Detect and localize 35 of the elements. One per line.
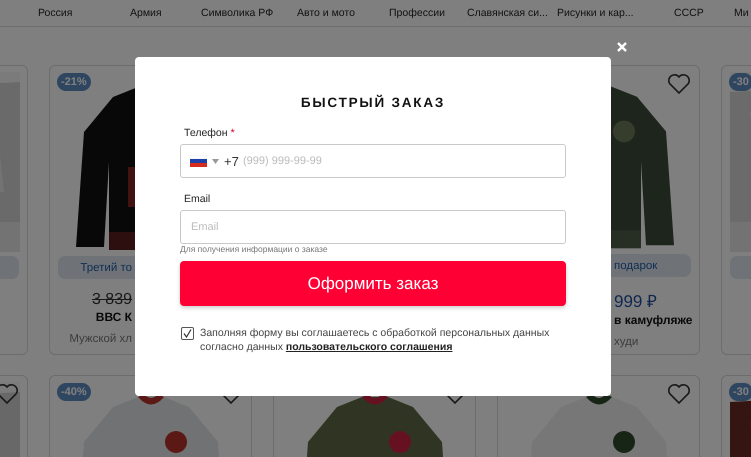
product-name: в камуфляже (614, 313, 692, 327)
product-type: Мужской хл (69, 333, 132, 345)
category-link[interactable]: Рисунки и кар... (557, 7, 634, 19)
dialog-title: БЫСТРЫЙ ЗАКАЗ (300, 95, 446, 110)
discount-badge: -40% (57, 383, 91, 401)
category-link[interactable]: Авто и мото (297, 7, 355, 19)
category-link[interactable]: Славянская си... (467, 7, 548, 19)
field-hint: Для получения информации о заказе (180, 244, 328, 254)
heart-icon[interactable] (667, 73, 691, 95)
old-price: 3 839 (92, 291, 132, 309)
category-link[interactable]: Россия (38, 7, 72, 19)
agreement-link[interactable]: пользовательского соглашения (286, 341, 452, 353)
heart-icon[interactable] (0, 383, 19, 405)
close-button[interactable] (615, 40, 629, 54)
field-label: Email (184, 193, 210, 205)
country-code: +7 (224, 154, 239, 168)
product-name: ВВС К (96, 310, 132, 324)
submit-button[interactable]: Оформить заказ (180, 261, 566, 306)
discount-badge: -30 (729, 383, 751, 401)
discount-badge: -21% (57, 73, 91, 91)
category-link[interactable]: Ми (734, 7, 749, 19)
caret-icon[interactable] (212, 158, 219, 164)
category-link[interactable]: Символика РФ (201, 7, 274, 19)
category-link[interactable]: СССР (674, 7, 704, 19)
russian-flag-icon (190, 155, 207, 167)
email-field[interactable]: Email (180, 210, 566, 244)
heart-icon[interactable] (667, 383, 691, 405)
product-type: худи (614, 336, 638, 348)
consent-text: Заполняя форму вы соглашаетесь с обработкой персональных данных согласно данных пользовательского соглашения (200, 326, 550, 354)
price: 999 ₽ (614, 291, 658, 312)
consent-checkbox[interactable] (181, 327, 194, 340)
discount-badge: -30 (729, 73, 751, 91)
category-link[interactable]: Профессии (389, 7, 445, 19)
category-link[interactable]: Армия (130, 7, 162, 19)
field-label: Телефон * (184, 127, 235, 139)
